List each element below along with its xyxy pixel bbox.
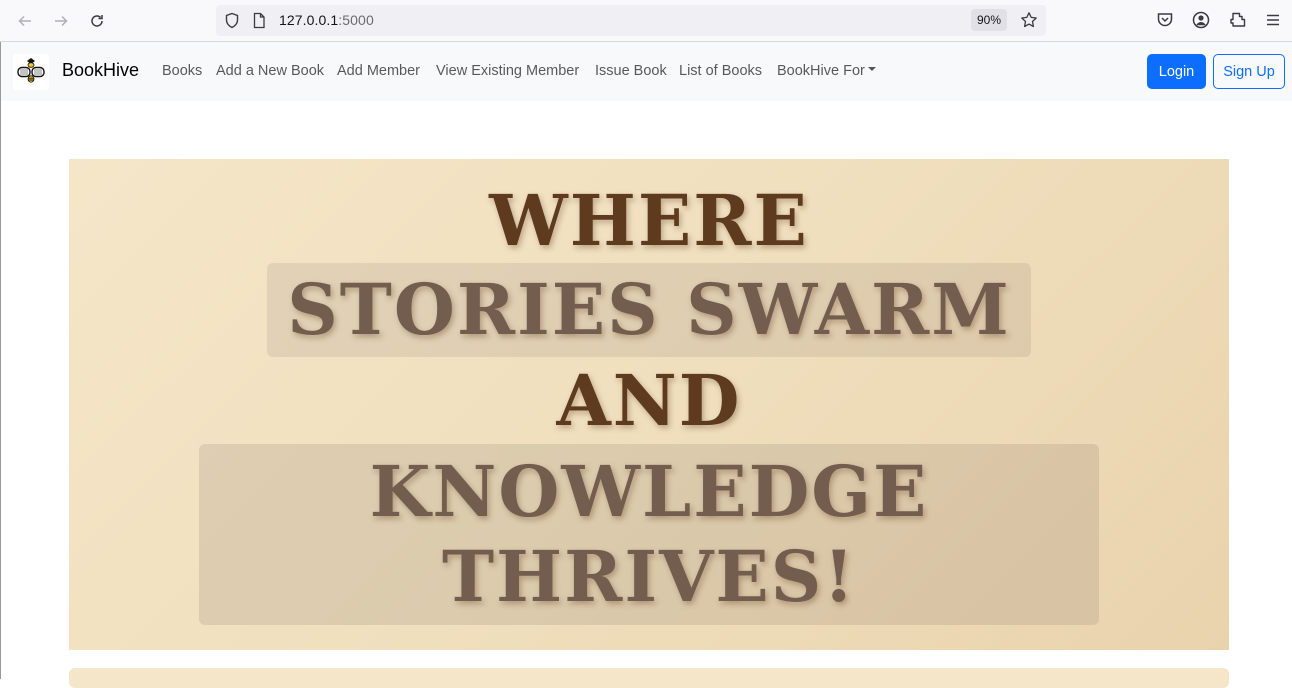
nav-link-add-member[interactable]: Add Member — [337, 63, 420, 79]
caret-down-icon — [867, 67, 876, 72]
hero-banner: WHERE STORIES SWARM AND KNOWLEDGE THRIVE… — [69, 159, 1229, 650]
browser-toolbar: 127.0.0.1:5000 90% — [0, 0, 1292, 42]
menu-icon[interactable] — [1263, 10, 1283, 30]
shield-icon[interactable] — [224, 12, 240, 34]
pocket-icon[interactable] — [1155, 10, 1175, 30]
bookhive-logo[interactable] — [13, 54, 49, 90]
nav-link-issue-book[interactable]: Issue Book — [595, 63, 667, 79]
hero-line-knowledge: KNOWLEDGE — [369, 450, 929, 533]
content-card — [69, 668, 1229, 688]
nav-link-books[interactable]: Books — [162, 63, 202, 79]
star-icon[interactable] — [1020, 11, 1038, 34]
address-bar[interactable]: 127.0.0.1:5000 90% — [216, 5, 1046, 36]
nav-link-list-books[interactable]: List of Books — [679, 63, 762, 79]
reload-icon[interactable] — [86, 10, 108, 32]
url-text[interactable]: 127.0.0.1:5000 — [279, 12, 374, 28]
account-icon[interactable] — [1191, 10, 1211, 30]
nav-link-add-book[interactable]: Add a New Book — [216, 63, 324, 79]
hero-line-stories-swarm: STORIES SWARM — [287, 268, 1011, 351]
signup-button[interactable]: Sign Up — [1213, 54, 1285, 89]
zoom-level[interactable]: 90% — [971, 9, 1007, 31]
hero-line-thrives: THRIVES! — [441, 535, 857, 618]
nav-dropdown-bookhive-for[interactable]: BookHive For — [777, 63, 876, 79]
brand-name[interactable]: BookHive — [62, 60, 139, 81]
nav-link-view-member[interactable]: View Existing Member — [436, 63, 579, 79]
hero-line-and: AND — [556, 359, 742, 442]
login-button[interactable]: Login — [1147, 54, 1206, 89]
hero-line-where: WHERE — [489, 179, 809, 262]
window-edge — [0, 42, 1, 679]
navbar: BookHive Books Add a New Book Add Member… — [1, 42, 1292, 101]
page-icon[interactable] — [251, 12, 267, 34]
extensions-icon[interactable] — [1228, 10, 1248, 30]
forward-icon[interactable] — [50, 10, 72, 32]
back-icon[interactable] — [14, 10, 36, 32]
